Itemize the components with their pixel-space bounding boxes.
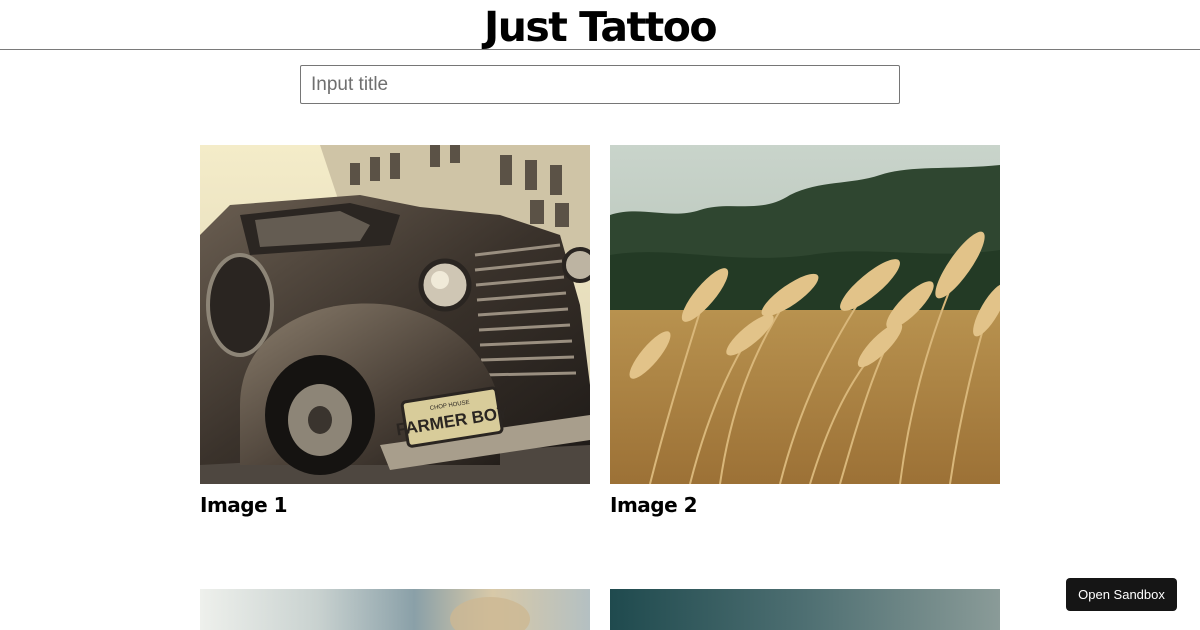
gallery-card[interactable]: FARMER BOY CHOP HOUSE Image 1: [200, 145, 590, 516]
card-title: Image 2: [610, 493, 698, 517]
open-sandbox-button[interactable]: Open Sandbox: [1066, 578, 1177, 611]
card-title: Image 1: [200, 493, 288, 517]
gallery-image-4[interactable]: [610, 589, 1000, 630]
gallery-card[interactable]: [200, 589, 590, 630]
vintage-car-image[interactable]: FARMER BOY CHOP HOUSE: [200, 145, 590, 484]
gallery-card[interactable]: Image 2: [610, 145, 1000, 516]
title-search-input[interactable]: [300, 65, 900, 104]
site-header: Just Tattoo: [0, 0, 1200, 51]
site-title: Just Tattoo: [483, 3, 718, 51]
wheat-field-image[interactable]: [610, 145, 1000, 484]
gallery-card[interactable]: [610, 589, 1000, 630]
gallery-image-3[interactable]: [200, 589, 590, 630]
